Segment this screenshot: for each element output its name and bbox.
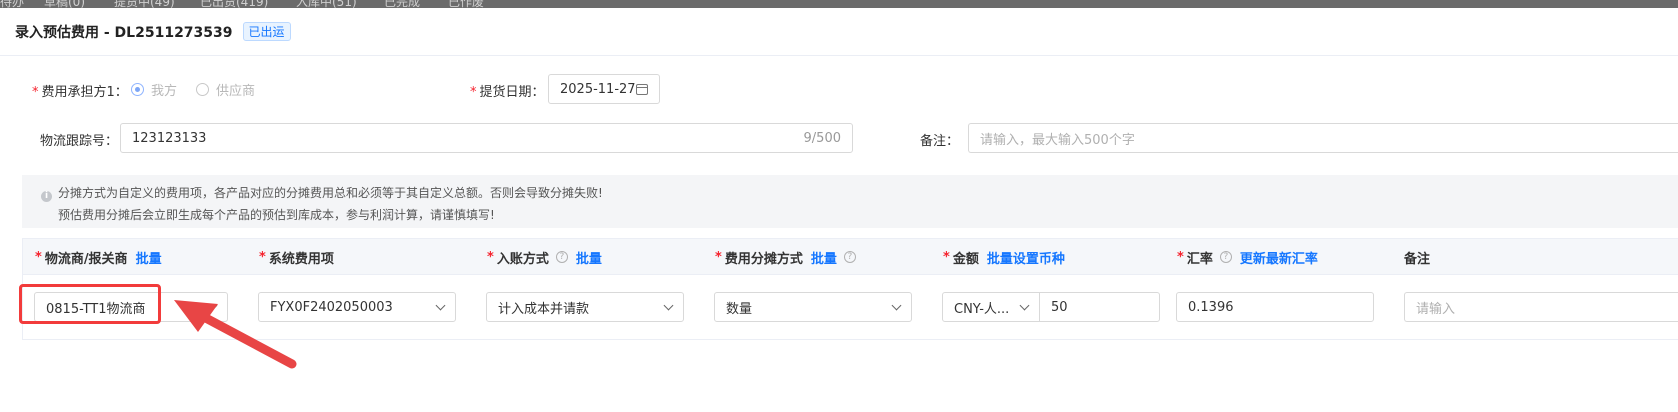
- calendar-icon: [636, 83, 648, 95]
- help-icon[interactable]: ?: [843, 251, 856, 263]
- allocation-notice: i 分摊方式为自定义的费用项，各产品对应的分摊费用总和必须等于其自定义总额。否则会…: [22, 175, 1678, 228]
- batch-allocation-link[interactable]: 批量: [811, 248, 837, 267]
- bg-tab: 已完成: [384, 0, 421, 8]
- bg-tab: 草稿(0): [44, 0, 85, 8]
- bg-tab: 入库中(51): [296, 0, 357, 8]
- col-accounting: * 入账方式? 批量: [487, 248, 602, 267]
- col-remark: 备注: [1404, 251, 1431, 267]
- col-rate: * 汇率? 更新最新汇率: [1177, 248, 1318, 267]
- bg-tab: 待办: [0, 0, 25, 8]
- help-icon[interactable]: ?: [555, 251, 568, 263]
- annotation-arrow-icon: [174, 300, 297, 369]
- bg-tab: 提货中(49): [114, 0, 175, 8]
- table-header: * 物流商/报关商 批量 * 系统费用项 * 入账方式? 批量 * 费用分摊方式 批量? * 金…: [23, 239, 1678, 275]
- tracking-number-input[interactable]: 123123133 9/500: [120, 123, 853, 153]
- dialog-title: 录入预估费用 - DL2511273539: [15, 24, 233, 41]
- radio-supplier[interactable]: 供应商: [196, 80, 255, 99]
- amount-input[interactable]: 50: [1039, 292, 1160, 322]
- col-carrier: * 物流商/报关商 批量: [35, 248, 162, 267]
- background-tab-bar: 待办 草稿(0) 提货中(49) 已出货(419) 入库中(51) 已完成 已作…: [0, 0, 1678, 8]
- pickup-date-label: * 提货日期：: [470, 85, 545, 100]
- char-counter: 9/500: [803, 130, 841, 146]
- bg-tab: 已作废: [448, 0, 485, 8]
- dialog-header: 录入预估费用 - DL2511273539 已出运: [0, 8, 1678, 56]
- chevron-down-icon: [891, 300, 902, 310]
- status-badge: 已出运: [242, 22, 291, 41]
- col-amount: * 金额 批量设置币种: [943, 248, 1065, 267]
- update-rate-link[interactable]: 更新最新汇率: [1240, 248, 1318, 267]
- tracking-label: 物流跟踪号：: [40, 134, 119, 149]
- col-fee-item: * 系统费用项: [259, 249, 334, 267]
- currency-select[interactable]: CNY-人...: [942, 292, 1040, 322]
- cost-bearer-label: * 费用承担方1：: [32, 85, 128, 100]
- remark-label: 备注：: [920, 134, 960, 149]
- bg-tab: 已出货(419): [200, 0, 269, 8]
- radio-checked-icon: [131, 83, 144, 96]
- pickup-date-picker[interactable]: 2025-11-27: [548, 74, 660, 104]
- rate-input[interactable]: 0.1396: [1176, 292, 1374, 322]
- batch-carrier-link[interactable]: 批量: [136, 248, 162, 267]
- accounting-select[interactable]: 计入成本并请款: [486, 292, 684, 322]
- batch-accounting-link[interactable]: 批量: [576, 248, 602, 267]
- radio-our-side[interactable]: 我方: [131, 80, 177, 99]
- col-allocation: * 费用分摊方式 批量?: [715, 239, 856, 275]
- chevron-down-icon: [1019, 300, 1030, 310]
- info-icon: i: [41, 191, 52, 202]
- batch-currency-link[interactable]: 批量设置币种: [987, 248, 1065, 267]
- radio-unchecked-icon: [196, 83, 209, 96]
- row-remark-input[interactable]: 请输入: [1404, 292, 1678, 322]
- allocation-select[interactable]: 数量: [714, 292, 912, 322]
- remark-input[interactable]: 请输入，最大输入500个字: [968, 123, 1678, 153]
- help-icon[interactable]: ?: [1219, 251, 1232, 263]
- chevron-down-icon: [435, 300, 446, 310]
- chevron-down-icon: [663, 300, 674, 310]
